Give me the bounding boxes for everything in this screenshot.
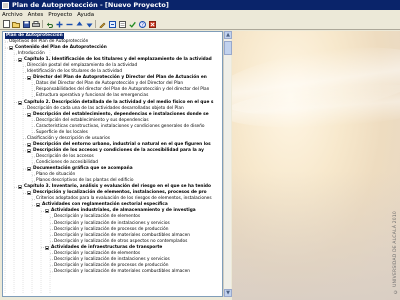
tree-item-label: Descripción y localización de materiales… bbox=[54, 268, 191, 274]
collapse-toggle-icon[interactable] bbox=[27, 167, 31, 172]
collapse-toggle-icon[interactable] bbox=[36, 203, 40, 208]
collapse-toggle-icon[interactable] bbox=[27, 191, 31, 196]
properties-icon[interactable] bbox=[118, 20, 126, 28]
menu-archivo[interactable]: Archivo bbox=[2, 12, 23, 18]
collapse-toggle-icon[interactable] bbox=[45, 209, 49, 214]
collapse-toggle-icon[interactable] bbox=[18, 185, 22, 190]
collapse-toggle-icon[interactable] bbox=[27, 142, 31, 147]
menu-bar: Archivo Antes Proyecto Ayuda bbox=[0, 10, 400, 19]
menu-antes[interactable]: Antes bbox=[28, 12, 44, 18]
scroll-up-icon[interactable]: ▲ bbox=[224, 31, 232, 39]
move-up-icon[interactable] bbox=[75, 20, 83, 28]
close-icon[interactable] bbox=[148, 20, 156, 28]
help-icon[interactable]: ? bbox=[138, 20, 146, 28]
new-doc-icon[interactable] bbox=[2, 20, 10, 28]
save-icon[interactable] bbox=[22, 20, 30, 28]
window-title: Plan de Autoprotección - [Nuevo Proyecto… bbox=[12, 1, 169, 9]
app-icon bbox=[2, 1, 9, 9]
move-down-icon[interactable] bbox=[85, 20, 93, 28]
undo-icon[interactable] bbox=[45, 20, 53, 28]
collapse-toggle-icon[interactable] bbox=[27, 76, 31, 81]
collapse-toggle-icon[interactable] bbox=[9, 46, 13, 51]
menu-proyecto[interactable]: Proyecto bbox=[48, 12, 72, 18]
outline-tree[interactable]: Plan de Autoprotección Objetivos del Pla… bbox=[2, 31, 223, 297]
background-image: © UNIVERSIDAD DE ALCALÁ 2010 bbox=[232, 31, 400, 300]
scroll-thumb[interactable] bbox=[224, 41, 232, 55]
collapse-toggle-icon[interactable] bbox=[27, 112, 31, 117]
export-icon[interactable] bbox=[108, 20, 116, 28]
collapse-toggle-icon[interactable] bbox=[18, 100, 22, 105]
scroll-down-icon[interactable]: ▼ bbox=[224, 289, 232, 297]
print-icon[interactable] bbox=[32, 20, 40, 28]
collapse-toggle-icon[interactable] bbox=[27, 148, 31, 153]
tree-item[interactable]: Descripción y localización de materiales… bbox=[54, 269, 190, 275]
svg-text:?: ? bbox=[141, 22, 144, 28]
collapse-toggle-icon[interactable] bbox=[18, 58, 22, 63]
edit-icon[interactable] bbox=[98, 20, 106, 28]
app-window: Plan de Autoprotección - [Nuevo Proyecto… bbox=[0, 0, 400, 300]
watermark: © UNIVERSIDAD DE ALCALÁ 2010 bbox=[393, 211, 398, 294]
remove-icon[interactable] bbox=[65, 20, 73, 28]
collapse-toggle-icon[interactable] bbox=[45, 245, 49, 250]
title-bar[interactable]: Plan de Autoprotección - [Nuevo Proyecto… bbox=[0, 0, 400, 10]
check-icon[interactable] bbox=[128, 20, 136, 28]
decorative-shade bbox=[232, 171, 400, 300]
menu-ayuda[interactable]: Ayuda bbox=[77, 12, 94, 18]
toolbar-separator bbox=[42, 20, 43, 28]
toolbar: ? bbox=[0, 19, 400, 30]
add-icon[interactable] bbox=[55, 20, 63, 28]
toolbar-separator bbox=[95, 20, 96, 28]
open-folder-icon[interactable] bbox=[12, 20, 20, 28]
vertical-scrollbar[interactable]: ▲ ▼ bbox=[223, 31, 232, 297]
